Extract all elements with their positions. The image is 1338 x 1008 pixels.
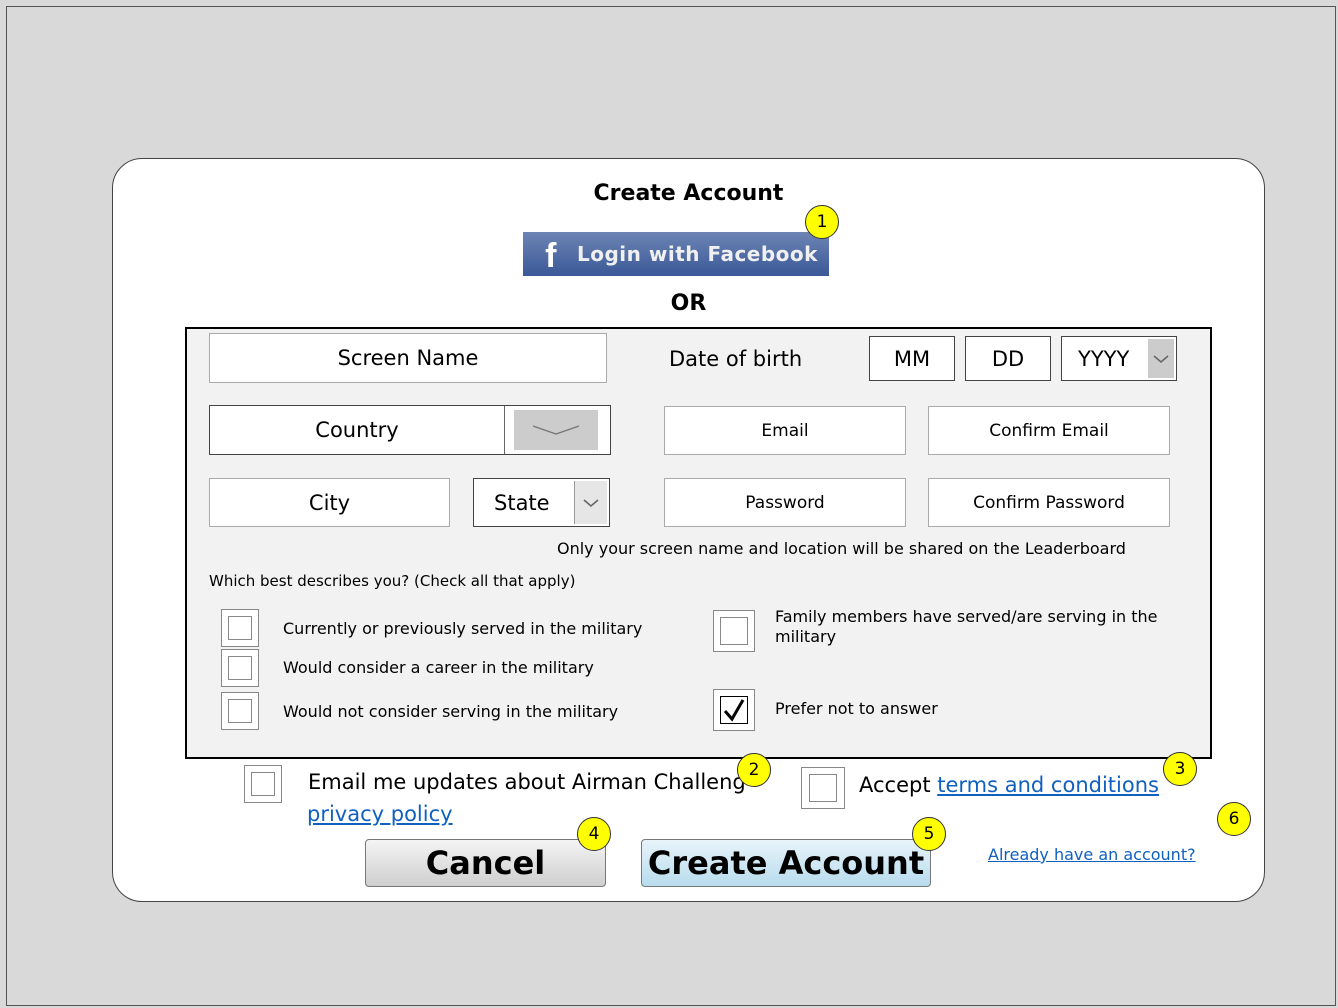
option-checkbox-consider-career[interactable]	[221, 649, 259, 687]
option-label-family-served: Family members have served/are serving i…	[775, 607, 1158, 646]
accept-terms-text: Accept terms and conditions	[859, 773, 1159, 797]
create-account-button[interactable]: Create Account	[641, 839, 931, 887]
dialog-title: Create Account	[593, 181, 784, 206]
annotation-badge-1: 1	[805, 205, 839, 239]
accept-prefix: Accept	[859, 773, 938, 797]
dob-day-placeholder: DD	[991, 346, 1025, 371]
city-placeholder: City	[308, 490, 351, 515]
or-separator: OR	[670, 291, 707, 316]
cancel-button[interactable]: Cancel	[365, 839, 606, 887]
annotation-badge-2: 2	[737, 753, 771, 787]
option-checkbox-prefer-not[interactable]	[713, 689, 755, 731]
confirm-email-input[interactable]: Confirm Email	[928, 406, 1170, 455]
privacy-note: Only your screen name and location will …	[557, 539, 1126, 558]
email-input[interactable]: Email	[664, 406, 906, 455]
dob-month-input[interactable]: MM	[869, 336, 955, 381]
email-updates-label: Email me updates about Airman Challeng	[308, 770, 746, 794]
checkmark-icon	[723, 699, 745, 722]
country-select[interactable]: Country	[209, 405, 611, 455]
facebook-button-label: Login with Facebook	[577, 242, 818, 266]
option-checkbox-served[interactable]	[221, 609, 259, 647]
already-have-account-link[interactable]: Already have an account?	[988, 845, 1196, 864]
dob-day-input[interactable]: DD	[965, 336, 1051, 381]
chevron-down-icon[interactable]	[574, 481, 607, 524]
confirm-email-placeholder: Confirm Email	[989, 420, 1109, 441]
confirm-password-input[interactable]: Confirm Password	[928, 478, 1170, 527]
describe-question: Which best describes you? (Check all tha…	[209, 572, 576, 590]
dob-label: Date of birth	[669, 347, 803, 371]
annotation-badge-6: 6	[1217, 802, 1251, 836]
dob-year-select[interactable]: YYYY	[1061, 336, 1177, 381]
option-label-consider-career: Would consider a career in the military	[283, 658, 594, 677]
dob-month-placeholder: MM	[893, 346, 931, 371]
privacy-policy-link[interactable]: privacy policy	[307, 802, 453, 826]
chevron-down-icon[interactable]	[1148, 339, 1174, 378]
terms-and-conditions-link[interactable]: terms and conditions	[937, 773, 1159, 797]
email-updates-checkbox[interactable]	[244, 765, 282, 803]
annotation-badge-3: 3	[1163, 752, 1197, 786]
screen-name-input[interactable]: Screen Name	[209, 333, 607, 383]
country-value: Country	[315, 418, 399, 442]
page-frame: Create Account f Login with Facebook OR …	[6, 6, 1336, 1006]
option-label-not-consider: Would not consider serving in the milita…	[283, 702, 619, 721]
option-label-served: Currently or previously served in the mi…	[283, 619, 643, 638]
screen-name-placeholder: Screen Name	[337, 346, 479, 370]
password-placeholder: Password	[745, 492, 825, 513]
confirm-password-placeholder: Confirm Password	[973, 492, 1125, 513]
option-checkbox-not-consider[interactable]	[221, 692, 259, 730]
login-with-facebook-button[interactable]: f Login with Facebook	[523, 232, 829, 276]
email-placeholder: Email	[761, 420, 809, 441]
state-value: State	[494, 490, 550, 515]
option-checkbox-family-served[interactable]	[713, 610, 755, 652]
dob-year-placeholder: YYYY	[1078, 346, 1130, 371]
password-input[interactable]: Password	[664, 478, 906, 527]
annotation-badge-4: 4	[577, 817, 611, 851]
city-input[interactable]: City	[209, 478, 450, 527]
facebook-f-icon: f	[545, 237, 557, 275]
option-label-prefer-not: Prefer not to answer	[775, 699, 938, 718]
country-select-divider	[504, 406, 505, 454]
registration-form-panel: Screen Name Date of birth MM DD YYYY Cou…	[185, 327, 1212, 759]
chevron-down-icon[interactable]	[514, 410, 598, 450]
create-account-dialog: Create Account f Login with Facebook OR …	[112, 158, 1265, 902]
state-select[interactable]: State	[473, 478, 610, 527]
annotation-badge-5: 5	[912, 817, 946, 851]
accept-terms-checkbox[interactable]	[801, 767, 845, 809]
